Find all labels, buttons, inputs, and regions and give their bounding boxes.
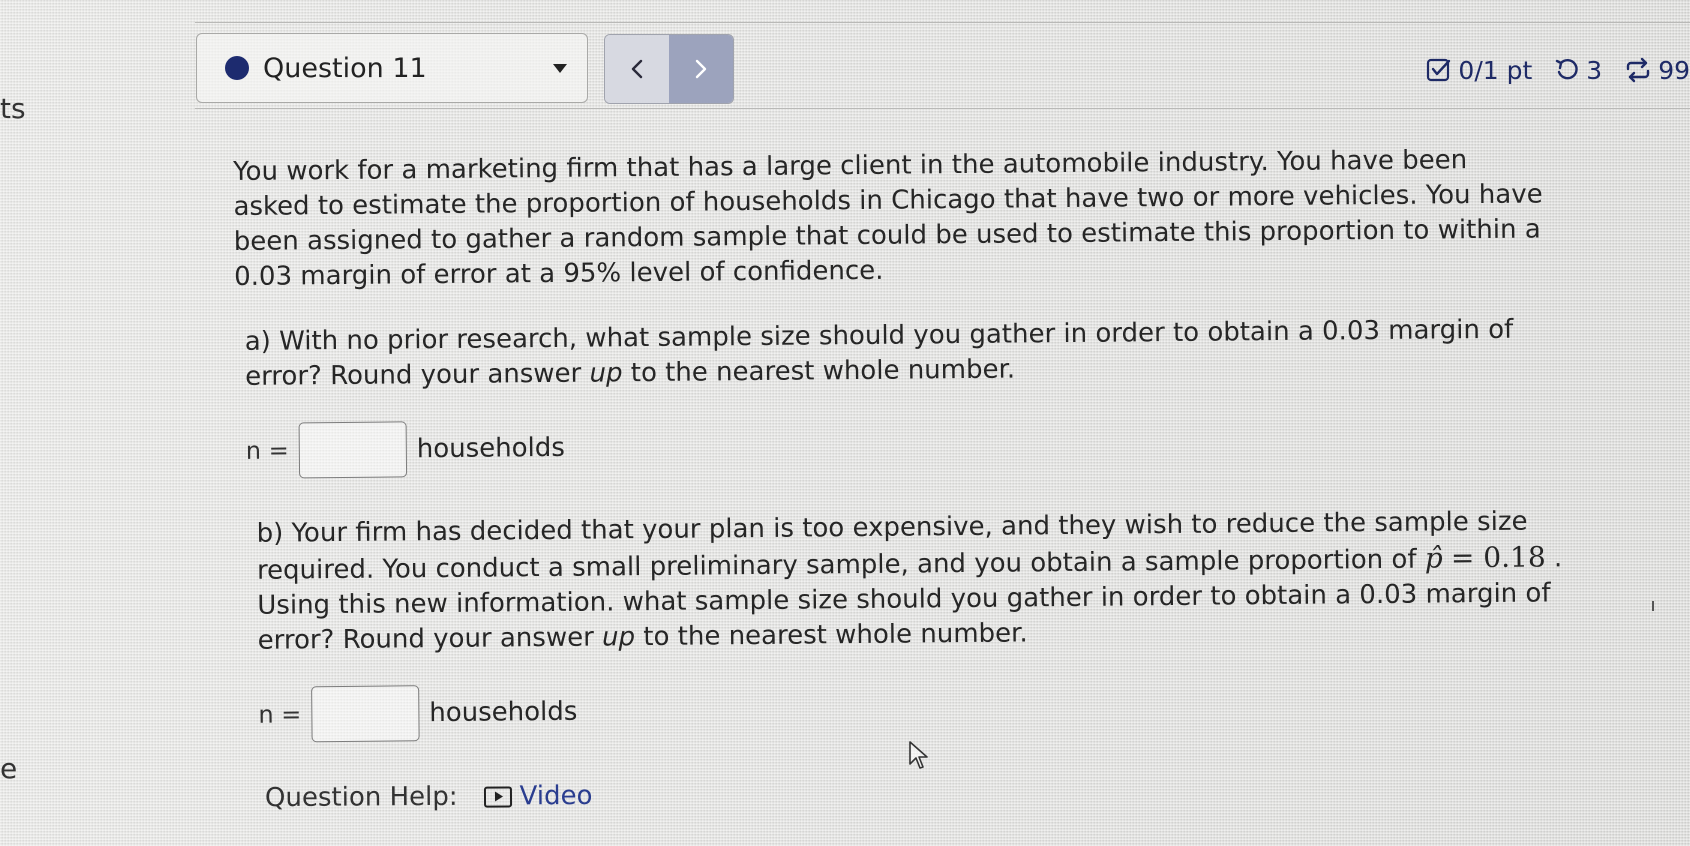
- stray-mark: [1652, 601, 1654, 611]
- previous-question-button[interactable]: [605, 35, 669, 103]
- part-b-label: b): [256, 518, 284, 549]
- attempts-count: 99: [1658, 55, 1690, 85]
- question-help-label: Question Help:: [264, 781, 458, 814]
- part-a-answer-row: n = households: [246, 410, 1556, 479]
- p-hat-value: = 0.18: [1450, 540, 1546, 575]
- checkbox-icon: [1426, 57, 1452, 83]
- part-a-unit: households: [416, 432, 565, 464]
- part-b-n-label: n =: [258, 699, 302, 729]
- video-help-label: Video: [519, 780, 593, 812]
- chevron-right-icon: [695, 59, 707, 79]
- left-edge-fragment-top: ts: [0, 92, 26, 125]
- play-icon: [483, 785, 512, 808]
- question-status-bar: 0/1 pt 3 99: [1426, 52, 1690, 88]
- left-edge-fragment-bottom: e: [0, 752, 18, 785]
- part-a-answer-input[interactable]: [298, 421, 408, 479]
- attempts-icon: [1624, 57, 1652, 83]
- chevron-down-icon: [553, 64, 567, 73]
- part-b-unit: households: [429, 696, 578, 728]
- chevron-left-icon: [631, 59, 643, 79]
- mouse-pointer-icon: [909, 741, 928, 769]
- question-nav: [604, 34, 734, 104]
- part-b-answer-input[interactable]: [311, 685, 420, 743]
- next-question-button[interactable]: [669, 35, 733, 103]
- question-status-dot: [225, 56, 249, 80]
- part-a: a) With no prior research, what sample s…: [245, 312, 1556, 479]
- question-selector[interactable]: Question 11: [196, 33, 588, 103]
- part-a-emphasis: up: [589, 358, 623, 389]
- part-b: b) Your firm has decided that your plan …: [256, 504, 1568, 743]
- part-a-text: a) With no prior research, what sample s…: [245, 312, 1556, 395]
- p-hat-symbol: p̂: [1424, 541, 1443, 575]
- question-help: Question Help: Video: [265, 781, 593, 813]
- part-a-text-after: to the nearest whole number.: [622, 354, 1016, 389]
- header-top-divider: [195, 22, 1690, 23]
- video-help-link[interactable]: Video: [483, 780, 593, 812]
- part-b-text-1: Your firm has decided that your plan is …: [256, 506, 1528, 586]
- part-a-n-label: n =: [245, 435, 289, 465]
- retry-icon: [1554, 57, 1580, 83]
- question-body: You work for a marketing firm that has a…: [233, 142, 1569, 743]
- part-a-label: a): [244, 326, 272, 357]
- question-selector-label: Question 11: [263, 52, 427, 84]
- header-bottom-divider: [195, 108, 1690, 109]
- retries-count: 3: [1586, 55, 1603, 85]
- part-b-emphasis: up: [601, 622, 636, 653]
- part-b-text-3: to the nearest whole number.: [634, 618, 1028, 653]
- part-b-answer-row: n = households: [258, 674, 1568, 743]
- question-prompt: You work for a marketing firm that has a…: [233, 145, 1543, 292]
- score-text: 0/1 pt: [1458, 55, 1533, 85]
- part-b-text: b) Your firm has decided that your plan …: [256, 504, 1567, 659]
